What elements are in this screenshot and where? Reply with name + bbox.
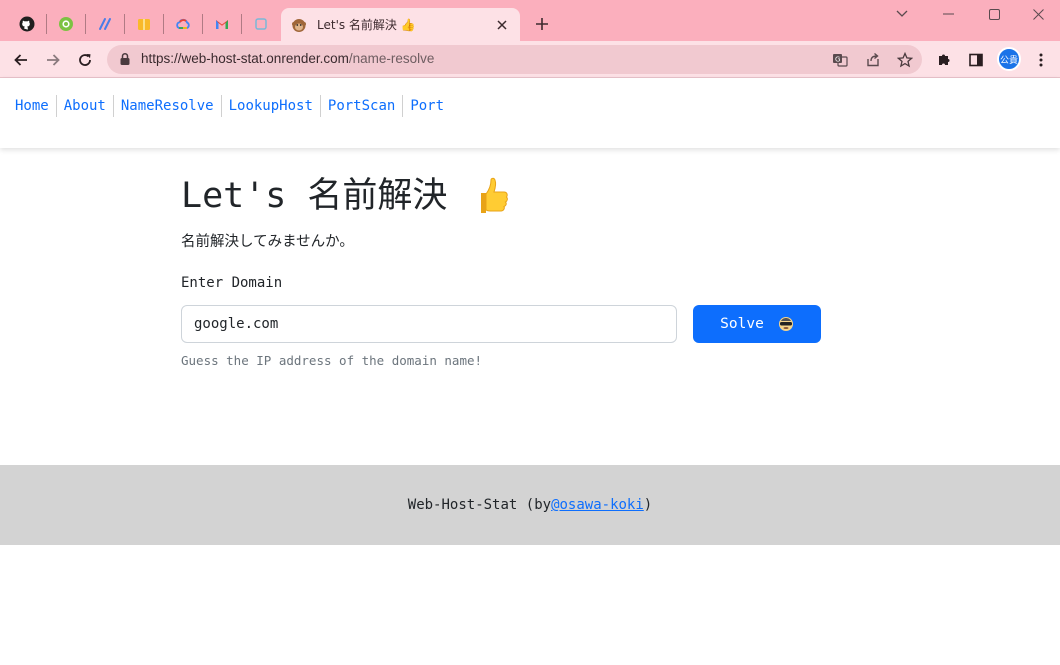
- site-footer: Web-Host-Stat (by@osawa-koki): [0, 465, 1060, 545]
- arrow-left-icon: [14, 54, 27, 66]
- extensions-button[interactable]: [930, 46, 958, 74]
- url-path: /name-resolve: [348, 51, 435, 66]
- footer-text: Web-Host-Stat (by@osawa-koki): [408, 497, 652, 513]
- share-icon: [867, 52, 879, 67]
- square-app-icon: [255, 18, 267, 30]
- site-navbar: Home About NameResolve LookupHost PortSc…: [0, 78, 1060, 148]
- back-button[interactable]: [7, 46, 35, 74]
- reload-button[interactable]: [71, 46, 99, 74]
- blue-slash-app-icon: [99, 18, 111, 30]
- more-vert-icon: [1039, 53, 1043, 67]
- google-cloud-icon: [176, 18, 190, 29]
- active-tab-title: Let's 名前解決 👍: [317, 18, 416, 32]
- pinned-tab-gmail[interactable]: [207, 9, 237, 39]
- nav-link-about[interactable]: About: [59, 95, 111, 117]
- solve-button-label: Solve: [720, 316, 764, 332]
- star-icon: [897, 52, 913, 68]
- address-bar[interactable]: https://web-host-stat.onrender.com/name-…: [107, 45, 922, 74]
- solve-button[interactable]: Solve: [693, 305, 821, 343]
- nav-link-port-scan[interactable]: PortScan: [323, 95, 400, 117]
- pinned-tab-green-app[interactable]: [51, 9, 81, 39]
- pinned-tab-google-cloud[interactable]: [168, 9, 198, 39]
- nav-list: Home About NameResolve LookupHost PortSc…: [10, 95, 449, 117]
- translate-button[interactable]: G: [830, 50, 850, 70]
- monkey-favicon-icon: [292, 18, 306, 32]
- footer-suffix: ): [643, 497, 653, 513]
- nav-divider: [319, 95, 321, 117]
- url-host: https://web-host-stat.onrender.com: [141, 51, 349, 66]
- plus-icon: [536, 18, 548, 30]
- nav-divider: [220, 95, 222, 117]
- main-content: Let's 名前解決 名前解決してみませんか。 Enter Domain Sol…: [181, 174, 821, 368]
- page-title: Let's 名前解決: [181, 174, 821, 218]
- arrow-right-icon: [47, 54, 60, 66]
- green-circle-app-icon: [59, 17, 73, 31]
- pinned-tab-square-app[interactable]: [246, 9, 276, 39]
- translate-icon: G: [833, 54, 848, 67]
- tab-strip: Let's 名前解決 👍: [0, 0, 1060, 41]
- nav-divider: [55, 95, 57, 117]
- page-title-text: Let's 名前解決: [181, 176, 448, 216]
- maximize-button[interactable]: [971, 0, 1017, 28]
- maximize-icon: [988, 8, 1000, 20]
- domain-input[interactable]: [181, 305, 677, 343]
- close-window-button[interactable]: [1015, 0, 1060, 28]
- new-tab-button[interactable]: [530, 12, 554, 36]
- footer-prefix: Web-Host-Stat (by: [407, 497, 552, 513]
- minimize-icon: [942, 13, 954, 15]
- lock-icon: [120, 52, 130, 65]
- author-link[interactable]: @osawa-koki: [551, 497, 644, 513]
- side-panel-icon: [969, 53, 983, 67]
- puzzle-icon: [939, 54, 950, 65]
- active-tab[interactable]: Let's 名前解決 👍: [281, 8, 520, 41]
- thumbs-up-icon: [473, 177, 509, 215]
- browser-toolbar: https://web-host-stat.onrender.com/name-…: [0, 41, 1060, 78]
- chevron-down-icon: [896, 10, 908, 17]
- minimize-button[interactable]: [925, 0, 971, 28]
- url-text: https://web-host-stat.onrender.com/name-…: [141, 51, 434, 66]
- tab-search-button[interactable]: [879, 0, 925, 28]
- nav-link-home[interactable]: Home: [10, 95, 54, 117]
- nav-link-port[interactable]: Port: [405, 95, 449, 117]
- nav-link-lookup-host[interactable]: LookupHost: [224, 95, 318, 117]
- profile-avatar[interactable]: 公貴: [997, 47, 1021, 71]
- nav-link-name-resolve[interactable]: NameResolve: [116, 95, 219, 117]
- nav-divider: [112, 95, 114, 117]
- share-button[interactable]: [863, 50, 883, 70]
- pinned-tab-blue-app[interactable]: [90, 9, 120, 39]
- nav-divider: [402, 95, 404, 117]
- close-window-icon: [1032, 8, 1044, 20]
- reload-icon: [79, 54, 91, 66]
- yellow-box-app-icon: [138, 19, 150, 30]
- domain-field-label: Enter Domain: [181, 275, 283, 291]
- github-icon: [19, 16, 35, 32]
- resolve-form: Solve: [181, 305, 821, 343]
- forward-button[interactable]: [39, 46, 67, 74]
- close-tab-button[interactable]: [494, 17, 510, 33]
- svg-text:G: G: [835, 56, 840, 64]
- side-panel-button[interactable]: [962, 46, 990, 74]
- gmail-icon: [216, 20, 228, 29]
- page-subtitle: 名前解決してみませんか。: [181, 234, 354, 250]
- domain-help-text: Guess the IP address of the domain name!: [181, 353, 483, 368]
- pinned-tab-yellow-app[interactable]: [129, 9, 159, 39]
- web-page: Home About NameResolve LookupHost PortSc…: [0, 78, 1060, 665]
- browser-menu-button[interactable]: [1027, 46, 1055, 74]
- disguised-face-icon: [778, 316, 794, 332]
- pinned-tab-github[interactable]: [12, 9, 42, 39]
- close-icon: [497, 19, 507, 30]
- bookmark-button[interactable]: [895, 50, 915, 70]
